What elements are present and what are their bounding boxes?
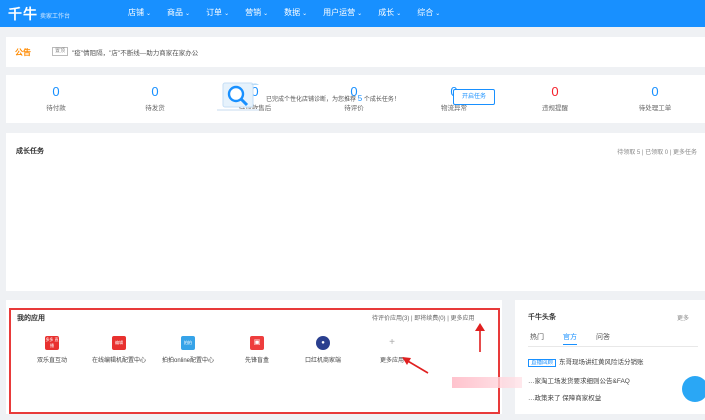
main-nav: 店铺 ⌄ 商品 ⌄ 订单 ⌄ 营销 ⌄ 数据 ⌄ 用户运营 ⌄ 成长 ⌄ 综合 ⌄ <box>128 0 456 27</box>
announcement-link[interactable]: "疫"情阻隔，"店"不断线—助力商家在家办公 <box>72 47 198 57</box>
headline-tabs: 热门 官方 问答 <box>530 332 629 345</box>
headline-text: 东哥现场讲红黄风险话分销账 <box>559 359 644 366</box>
nav-item-marketing[interactable]: 营销 ⌄ <box>245 0 268 27</box>
nav-label: 商品 <box>167 8 184 17</box>
nav-item-growth[interactable]: 成长 ⌄ <box>378 0 401 27</box>
blue-app-icon: 拍拍 <box>181 336 195 350</box>
nav-item-orders[interactable]: 订单 ⌄ <box>206 0 229 27</box>
nav-item-user-ops[interactable]: 用户运营 ⌄ <box>323 0 362 27</box>
chevron-down-icon: ⌄ <box>185 11 191 17</box>
section-title: 成长任务 <box>16 148 44 155</box>
stat-label: 违规提醒 <box>542 105 568 112</box>
nav-item-store[interactable]: 店铺 ⌄ <box>128 0 151 27</box>
stat-label: 待发货 <box>145 105 165 112</box>
stat-value: 0 <box>151 84 159 99</box>
app-tile[interactable]: 多多 直播 双乐直互动 <box>17 336 87 364</box>
tab-qa[interactable]: 问答 <box>596 332 610 345</box>
announcement-bar: 公告 置顶 "疫"情阻隔，"店"不断线—助力商家在家办公 <box>6 37 705 67</box>
tab-official[interactable]: 官方 <box>563 332 577 345</box>
stat-value: 0 <box>551 84 559 99</box>
nav-item-products[interactable]: 商品 ⌄ <box>167 0 190 27</box>
task-summary-links[interactable]: 待领取 5 | 已领取 0 | 更多任务 <box>617 147 697 156</box>
stat-violation-alert[interactable]: 0 违规提醒 <box>515 84 595 112</box>
top-nav-bar: 千牛 卖家工作台 店铺 ⌄ 商品 ⌄ 订单 ⌄ 营销 ⌄ 数据 ⌄ 用户运营 ⌄ 成长 ⌄ 综… <box>0 0 705 27</box>
nav-label: 订单 <box>206 8 223 17</box>
diagnosis-message: 已完成个性化店铺诊断，为您推荐 5 个成长任务！ <box>266 94 400 103</box>
stat-label: 待评价 <box>344 105 364 112</box>
app-label: 双乐直互动 <box>36 358 67 364</box>
start-task-button[interactable]: 开启任务 <box>453 89 495 105</box>
red-app-icon: 编辑 <box>112 336 126 350</box>
app-logo[interactable]: 千牛 <box>8 4 38 24</box>
plus-icon: + <box>389 337 395 348</box>
chevron-down-icon: ⌄ <box>224 11 230 17</box>
section-title: 千牛头条 <box>528 314 556 321</box>
logo-subtitle: 卖家工作台 <box>40 14 71 20</box>
nav-label: 店铺 <box>128 8 144 17</box>
nav-item-general[interactable]: 综合 ⌄ <box>417 0 440 27</box>
app-label: 拍拍online配置中心 <box>161 358 214 364</box>
announcement-label: 公告 <box>15 48 31 57</box>
headline-text: …家淘工场发货要求细则公告&FAQ <box>528 378 630 385</box>
red-app-icon: 多多 直播 <box>45 336 59 350</box>
gift-icon: ▣ <box>250 336 264 350</box>
assistant-bubble-icon[interactable] <box>682 376 705 402</box>
headlines-panel: 千牛头条 更多 热门 官方 问答 直播回顾 东哥现场讲红黄风险话分销账 …家淘工场… <box>515 300 705 414</box>
chevron-down-icon: ⌄ <box>357 11 363 17</box>
app-label: 先锋盲盒 <box>244 358 269 364</box>
navy-app-icon: ● <box>316 336 330 350</box>
watermark-overlay <box>452 377 522 388</box>
nav-label: 数据 <box>284 8 301 17</box>
app-label: 口红机商家端 <box>304 358 341 364</box>
app-label: 在线编辑机配置中心 <box>91 358 146 364</box>
nav-item-data[interactable]: 数据 ⌄ <box>284 0 307 27</box>
headline-item[interactable]: …政策来了 保障商家权益 <box>528 392 601 402</box>
chevron-down-icon: ⌄ <box>302 11 308 17</box>
chevron-down-icon: ⌄ <box>435 11 441 17</box>
annotation-arrow-icon <box>402 357 429 374</box>
pinned-badge: 置顶 <box>52 47 69 56</box>
chevron-down-icon: ⌄ <box>146 11 152 17</box>
app-tile[interactable]: ▣ 先锋盲盒 <box>222 336 292 364</box>
headline-item[interactable]: …家淘工场发货要求细则公告&FAQ <box>528 375 630 385</box>
stat-pending-payment[interactable]: 0 待付款 <box>16 84 96 112</box>
app-tile[interactable]: ● 口红机商家端 <box>288 336 358 364</box>
headline-text: …政策来了 保障商家权益 <box>528 395 602 402</box>
stat-value: 0 <box>52 84 60 99</box>
diagnosis-illustration-icon <box>217 82 259 111</box>
app-tile[interactable]: 编辑 在线编辑机配置中心 <box>84 336 154 364</box>
stat-label: 待付款 <box>46 105 66 112</box>
stat-pending-shipment[interactable]: 0 待发货 <box>115 84 195 112</box>
nav-label: 综合 <box>417 8 434 17</box>
annotation-arrow-icon <box>475 323 485 352</box>
nav-label: 营销 <box>245 8 262 17</box>
stat-pending-tickets[interactable]: 0 待处理工单 <box>615 84 695 112</box>
apps-header-links[interactable]: 待评价应用(3) | 即将续费(0) | 更多应用 <box>372 313 474 322</box>
app-tile[interactable]: 拍拍 拍拍online配置中心 <box>153 336 223 364</box>
stat-value: 0 <box>651 84 659 99</box>
task-count: 5 <box>357 94 363 103</box>
section-title: 我的应用 <box>17 315 45 322</box>
chevron-down-icon: ⌄ <box>263 11 269 17</box>
chevron-down-icon: ⌄ <box>396 11 402 17</box>
growth-tasks-panel: 成长任务 待领取 5 | 已领取 0 | 更多任务 <box>6 133 705 291</box>
headline-tag: 直播回顾 <box>528 359 557 367</box>
stat-label: 待处理工单 <box>638 105 672 112</box>
divider <box>528 346 698 347</box>
headline-item[interactable]: 直播回顾 东哥现场讲红黄风险话分销账 <box>528 356 644 367</box>
message-text: 已完成个性化店铺诊断，为您推荐 <box>266 97 357 103</box>
tab-hot[interactable]: 热门 <box>530 332 544 345</box>
more-link[interactable]: 更多 <box>677 313 689 322</box>
message-text: 个成长任务！ <box>363 97 400 103</box>
nav-label: 用户运营 <box>323 8 356 17</box>
nav-label: 成长 <box>378 8 395 17</box>
